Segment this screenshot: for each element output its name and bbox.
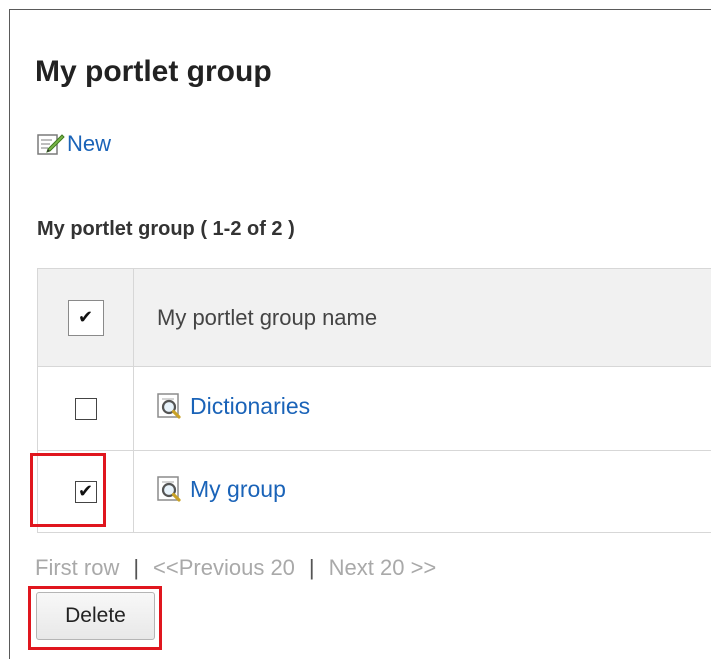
pagination: First row | <<Previous 20 | Next 20 >> [35, 555, 436, 581]
checkbox-highlight-box [30, 453, 106, 527]
page-title: My portlet group [35, 55, 272, 88]
row-name-cell: Dictionaries [133, 366, 711, 451]
table-row: Dictionaries [37, 366, 711, 451]
column-header-name: My portlet group name [133, 268, 711, 367]
magnifier-document-icon [155, 476, 187, 502]
delete-highlight-box [28, 586, 162, 650]
checkmark-icon: ✔ [77, 306, 94, 327]
table-row: ✔ My group [37, 450, 711, 533]
group-link-dictionaries[interactable]: Dictionaries [134, 393, 310, 420]
select-all-cell: ✔ [37, 268, 134, 367]
pagination-separator: | [133, 555, 140, 580]
select-all-checkbox[interactable]: ✔ [67, 299, 104, 336]
magnifier-document-icon [155, 393, 187, 419]
section-title: My portlet group ( 1-2 of 2 ) [37, 218, 295, 240]
new-link[interactable]: New [37, 131, 111, 157]
pagination-separator: | [308, 555, 315, 580]
pagination-previous: <<Previous 20 [153, 555, 295, 580]
pencil-note-icon [37, 132, 65, 156]
column-header-label: My portlet group name [157, 304, 378, 330]
row-checkbox-dictionaries[interactable] [74, 397, 97, 420]
pagination-next: Next 20 >> [328, 555, 437, 580]
group-name: Dictionaries [190, 392, 311, 419]
new-link-label: New [67, 131, 112, 156]
pagination-first: First row [35, 555, 120, 580]
row-name-cell: My group [133, 450, 711, 533]
row-checkbox-cell [37, 366, 134, 451]
table-header-row: ✔ My portlet group name [37, 268, 711, 367]
group-name: My group [190, 475, 286, 502]
group-link-my-group[interactable]: My group [134, 476, 286, 503]
portlet-group-table: ✔ My portlet group name Dictionaries ✔ M… [37, 268, 711, 533]
